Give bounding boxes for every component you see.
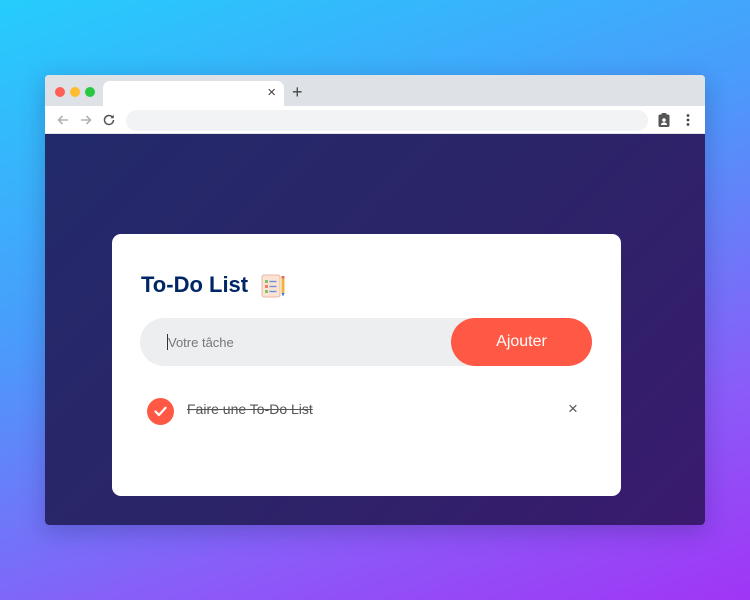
- clipboard-person-icon[interactable]: [656, 112, 672, 128]
- delete-task-icon[interactable]: ×: [566, 400, 580, 417]
- kebab-menu-icon[interactable]: [680, 112, 696, 128]
- browser-tab[interactable]: ×: [103, 81, 284, 106]
- task-checked-toggle[interactable]: [147, 398, 174, 425]
- todo-app-card: To-Do List Ajouter: [112, 234, 621, 496]
- minimize-window-button[interactable]: [70, 87, 80, 97]
- task-input[interactable]: [168, 331, 438, 353]
- maximize-window-button[interactable]: [85, 87, 95, 97]
- tab-close-icon[interactable]: ×: [267, 83, 276, 103]
- task-item[interactable]: Faire une To-Do List ×: [146, 396, 586, 426]
- task-input-row: Ajouter: [140, 318, 592, 366]
- forward-icon[interactable]: [78, 112, 94, 128]
- add-task-button[interactable]: Ajouter: [451, 318, 592, 366]
- app-title: To-Do List: [141, 272, 249, 297]
- close-window-button[interactable]: [55, 87, 65, 97]
- tab-bar: × +: [45, 75, 705, 106]
- task-text: Faire une To-Do List: [187, 401, 313, 417]
- page-viewport: To-Do List Ajouter: [45, 134, 705, 525]
- browser-window: × + To-Do List Votre tâche Ajouter Faire…: [45, 75, 705, 525]
- checklist-notepad-icon: [259, 273, 287, 299]
- checkmark-icon: [154, 406, 167, 417]
- browser-toolbar: [45, 106, 705, 134]
- new-tab-button[interactable]: +: [292, 82, 303, 102]
- back-icon[interactable]: [55, 112, 71, 128]
- address-bar[interactable]: [126, 110, 648, 131]
- text-caret: [167, 334, 168, 350]
- reload-icon[interactable]: [101, 112, 117, 128]
